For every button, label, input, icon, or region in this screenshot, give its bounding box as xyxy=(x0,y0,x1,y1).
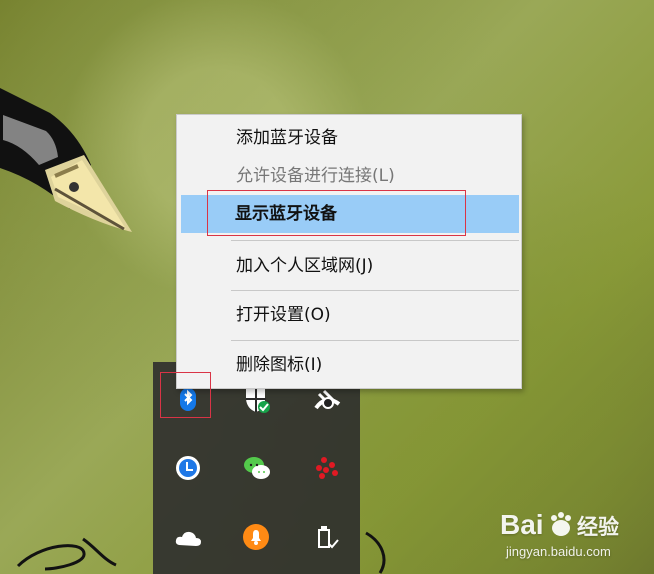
baidu-jingyan-watermark: Bai 经验 jingyan.baidu.com xyxy=(500,508,650,568)
pen-wallpaper-graphic xyxy=(0,88,132,232)
bluetooth-icon-red-highlight xyxy=(160,372,211,418)
dots-network-icon[interactable] xyxy=(311,453,341,483)
svg-text:经验: 经验 xyxy=(577,515,619,539)
bluetooth-context-menu: 添加蓝牙设备 允许设备进行连接(L) 显示蓝牙设备 加入个人区域网(J) 打开设… xyxy=(176,114,522,389)
menu-item-remove-icon[interactable]: 删除图标(I) xyxy=(182,346,518,384)
menu-separator xyxy=(231,240,519,241)
menu-item-open-settings[interactable]: 打开设置(O) xyxy=(182,296,518,334)
selected-menu-item-red-highlight xyxy=(207,190,466,236)
onedrive-icon[interactable] xyxy=(173,522,203,552)
menu-separator xyxy=(231,290,519,291)
notification-bell-icon[interactable] xyxy=(241,522,271,552)
usb-eject-icon[interactable] xyxy=(311,522,341,552)
svg-text:Bai: Bai xyxy=(500,509,544,540)
wechat-icon[interactable] xyxy=(241,453,271,483)
menu-separator xyxy=(231,340,519,341)
clock-icon[interactable] xyxy=(173,453,203,483)
baidu-paw-logo: Bai 经验 xyxy=(500,509,619,540)
desktop-screenshot: 添加蓝牙设备 允许设备进行连接(L) 显示蓝牙设备 加入个人区域网(J) 打开设… xyxy=(0,0,654,574)
menu-item-join-personal-area-network[interactable]: 加入个人区域网(J) xyxy=(182,247,518,285)
baidu-jingyan-url: jingyan.baidu.com xyxy=(506,544,611,559)
menu-item-add-bluetooth-device[interactable]: 添加蓝牙设备 xyxy=(182,119,518,157)
